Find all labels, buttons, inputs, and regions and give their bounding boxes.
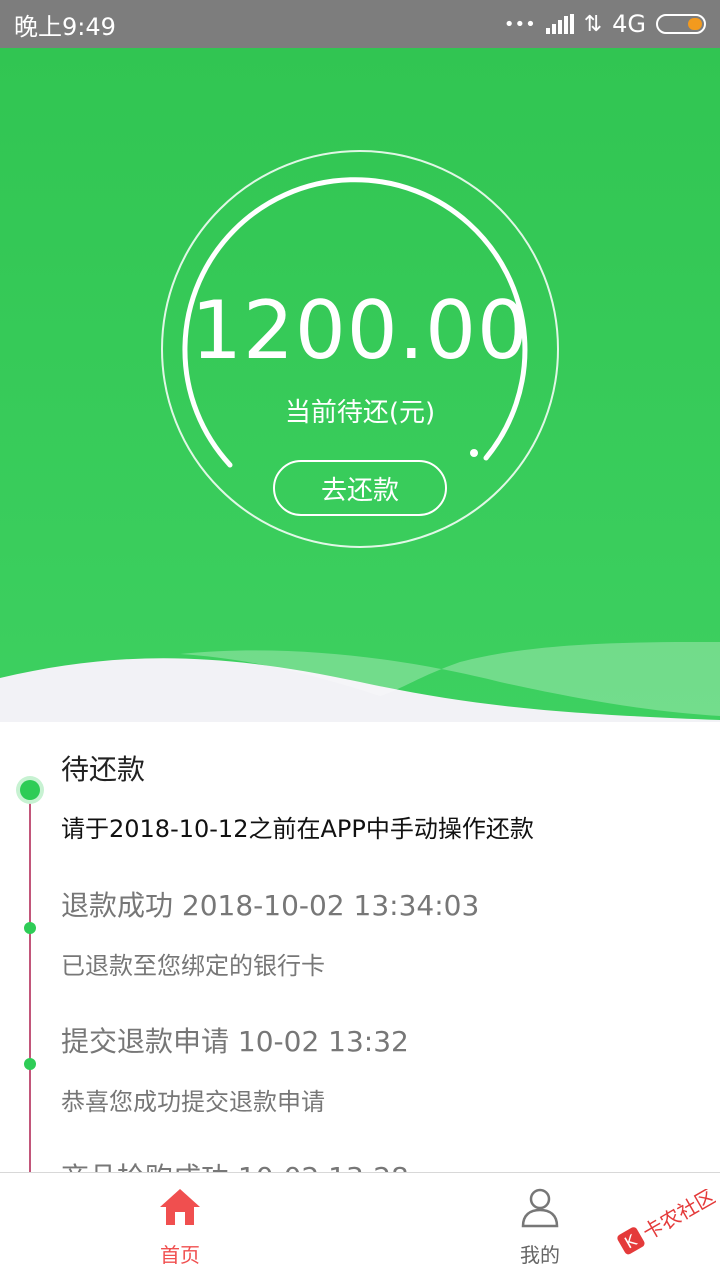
timeline-dot-active bbox=[20, 780, 40, 800]
user-icon bbox=[521, 1188, 559, 1228]
watermark-logo: K 卡农社区 bbox=[617, 1189, 716, 1255]
timeline-desc: 恭喜您成功提交退款申请 bbox=[61, 1088, 325, 1116]
status-icons: ••• ⇅ 4G bbox=[504, 10, 706, 38]
network-type: 4G bbox=[612, 10, 646, 38]
data-transfer-icon: ⇅ bbox=[583, 11, 603, 37]
more-dots-icon: ••• bbox=[503, 13, 536, 35]
timeline-desc: 已退款至您绑定的银行卡 bbox=[61, 952, 325, 980]
signal-icon bbox=[545, 14, 574, 34]
nav-home[interactable]: 首页 bbox=[120, 1185, 240, 1268]
progress-ring bbox=[161, 150, 559, 548]
repayment-summary: 1200.00 当前待还(元) 去还款 bbox=[0, 48, 720, 722]
pending-amount-label: 当前待还(元) bbox=[284, 398, 436, 428]
timeline-title: 退款成功 2018-10-02 13:34:03 bbox=[61, 889, 480, 922]
bottom-nav: 首页 我的 K 卡农社区 bbox=[0, 1172, 720, 1280]
nav-home-label: 首页 bbox=[160, 1243, 200, 1267]
repay-button[interactable]: 去还款 bbox=[273, 460, 447, 516]
timeline-dot bbox=[24, 1058, 36, 1070]
order-timeline: 待还款 请于2018-10-12之前在APP中手动操作还款 退款成功 2018-… bbox=[0, 722, 720, 1172]
timeline-title: 待还款 bbox=[61, 753, 146, 786]
status-time: 晚上9:49 bbox=[14, 12, 116, 41]
nav-mine-label: 我的 bbox=[520, 1243, 560, 1267]
svg-text:卡农社区: 卡农社区 bbox=[638, 1189, 716, 1245]
pending-amount: 1200.00 bbox=[191, 284, 529, 377]
timeline-line bbox=[29, 790, 31, 1172]
timeline-title: 商品抢购成功 10-02 13:28 bbox=[61, 1156, 409, 1172]
timeline-dot bbox=[24, 922, 36, 934]
timeline-title: 提交退款申请 10-02 13:32 bbox=[61, 1025, 409, 1058]
house-icon bbox=[160, 1189, 200, 1225]
battery-icon bbox=[656, 14, 706, 34]
status-bar: 晚上9:49 ••• ⇅ 4G bbox=[0, 0, 720, 48]
nav-mine[interactable]: 我的 bbox=[480, 1185, 600, 1268]
wave-decoration bbox=[0, 642, 720, 722]
timeline-desc: 请于2018-10-12之前在APP中手动操作还款 bbox=[61, 815, 534, 843]
